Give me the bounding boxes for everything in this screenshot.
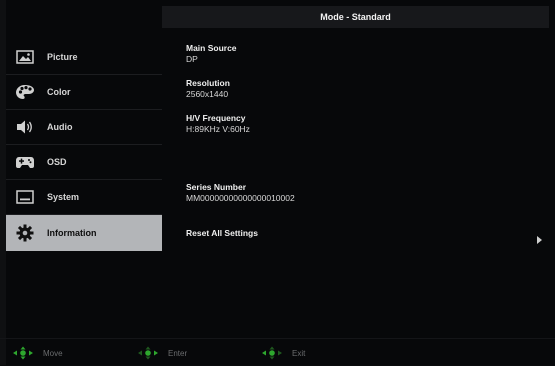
exit-hint: Exit: [261, 345, 305, 361]
menu-item-system[interactable]: System: [6, 180, 162, 215]
enter-hint: Enter: [137, 345, 187, 361]
menu-label-audio: Audio: [47, 122, 73, 132]
menu-label-osd: OSD: [47, 157, 67, 167]
menu-label-system: System: [47, 192, 80, 202]
menu-item-information[interactable]: Information: [6, 215, 162, 251]
move-hint: Move: [12, 345, 63, 361]
chevron-right-icon: [537, 236, 542, 244]
dpad-exit-icon: [261, 346, 283, 360]
menu-label-picture: Picture: [47, 52, 78, 62]
menu-item-color[interactable]: Color: [6, 75, 162, 110]
move-label: Move: [43, 348, 63, 358]
button-guide: Move Enter Exit: [0, 338, 555, 366]
serial-block: Series Number MM00000000000000010002: [186, 182, 295, 203]
palette-icon: [14, 84, 36, 100]
serial-value: MM00000000000000010002: [186, 193, 295, 203]
reset-all-settings[interactable]: Reset All Settings: [186, 228, 546, 246]
menu-item-osd[interactable]: OSD: [6, 145, 162, 180]
main-source-label: Main Source: [186, 43, 237, 53]
enter-label: Enter: [168, 348, 188, 358]
menu-item-picture[interactable]: Picture: [6, 40, 162, 75]
frequency-block: H/V Frequency H:89KHz V:60Hz: [186, 113, 250, 134]
serial-label: Series Number: [186, 182, 246, 192]
main-source-block: Main Source DP: [186, 43, 237, 64]
dpad-enter-icon: [137, 346, 159, 360]
reset-all-settings-label: Reset All Settings: [186, 228, 258, 238]
picture-icon: [14, 49, 36, 65]
monitor-icon: [14, 189, 36, 205]
dpad-move-icon: [12, 346, 34, 360]
gear-icon: [14, 224, 36, 242]
resolution-label: Resolution: [186, 78, 230, 88]
menu-label-information: Information: [47, 228, 97, 238]
speaker-icon: [14, 119, 36, 135]
menu-label-color: Color: [47, 87, 71, 97]
main-source-value: DP: [186, 54, 198, 64]
mode-title-bar: Mode - Standard: [162, 6, 549, 28]
mode-title: Mode - Standard: [320, 12, 391, 22]
osd-menu: Picture Color Audio OSD System Informati…: [6, 40, 162, 251]
exit-label: Exit: [292, 348, 306, 358]
frequency-label: H/V Frequency: [186, 113, 246, 123]
resolution-block: Resolution 2560x1440: [186, 78, 230, 99]
osd-screen: Mode - Standard Picture Color Audio OSD …: [0, 0, 555, 365]
gamepad-icon: [14, 154, 36, 170]
resolution-value: 2560x1440: [186, 89, 229, 99]
frequency-value: H:89KHz V:60Hz: [186, 124, 250, 134]
menu-item-audio[interactable]: Audio: [6, 110, 162, 145]
